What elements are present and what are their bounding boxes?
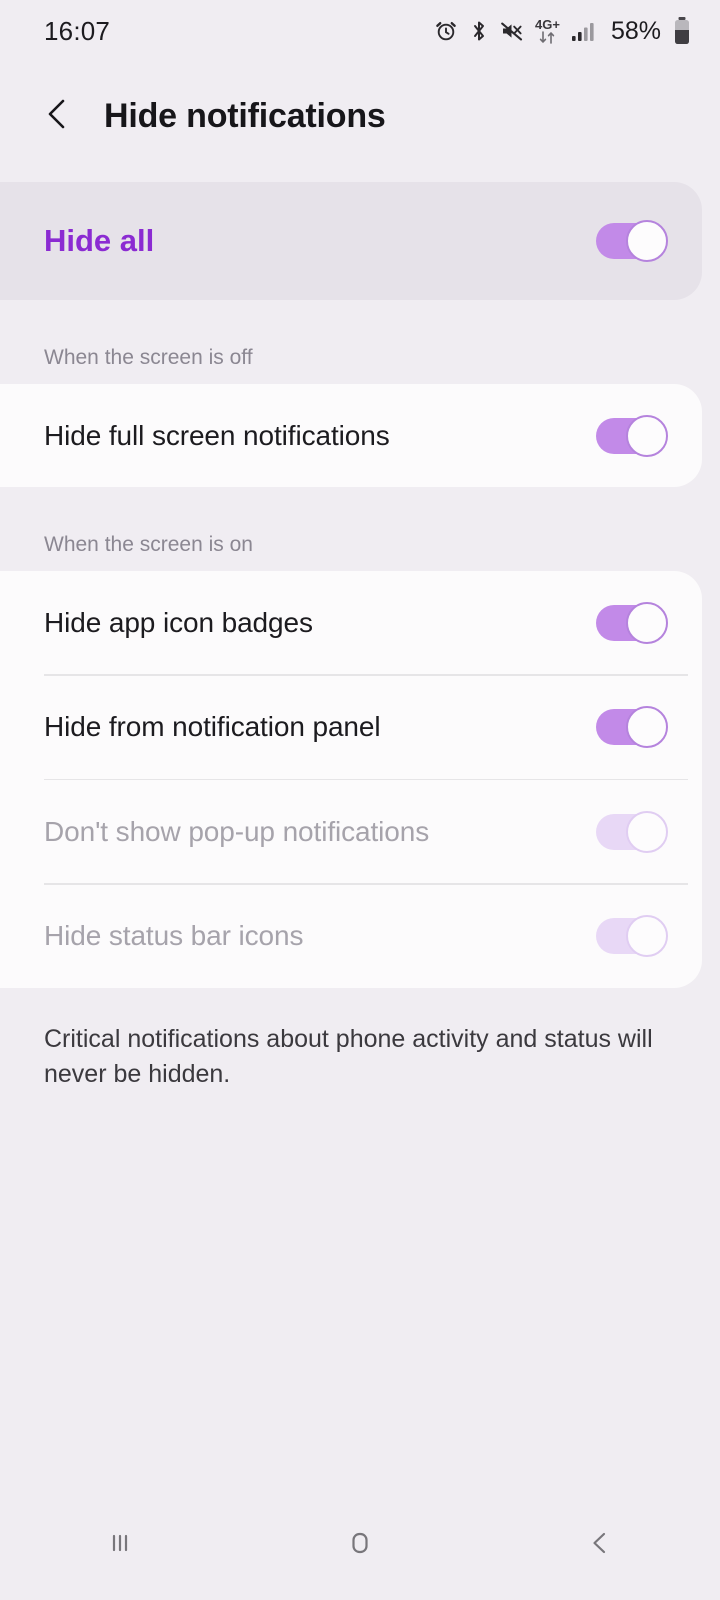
section-label-screen-off: When the screen is off	[44, 346, 253, 369]
settings-card-screen-off: Hide full screen notifications	[0, 384, 702, 487]
row-label: Don't show pop-up notifications	[44, 815, 430, 847]
home-icon	[345, 1528, 375, 1563]
battery-percent-label: 58%	[610, 16, 661, 45]
page-title: Hide notifications	[104, 96, 386, 135]
row-label: Hide app icon badges	[44, 606, 313, 638]
status-bar-icons: 4G+ 58%	[434, 16, 692, 46]
alarm-icon	[434, 19, 458, 43]
toggle-knob	[626, 810, 668, 853]
back-nav-button[interactable]	[540, 1515, 660, 1575]
row-label: Hide from notification panel	[44, 711, 381, 742]
navigation-bar	[0, 1504, 720, 1600]
mobile-data-icon: 4G+	[535, 18, 560, 44]
row-dont-show-popup-notifications: Don't show pop-up notifications	[0, 780, 702, 883]
row-hide-from-notification-panel[interactable]: Hide from notification panel	[0, 676, 702, 779]
settings-card-screen-on: Hide app icon badges Hide from notificat…	[0, 571, 702, 988]
toggle-hide-from-notification-panel[interactable]	[596, 706, 668, 748]
page-header: Hide notifications	[0, 62, 720, 170]
row-hide-full-screen-notifications[interactable]: Hide full screen notifications	[0, 384, 702, 487]
toggle-dont-show-popup-notifications	[596, 810, 668, 853]
footnote-text: Critical notifications about phone activ…	[44, 1024, 653, 1089]
toggle-knob	[626, 601, 668, 644]
home-button[interactable]	[300, 1515, 420, 1575]
toggle-hide-app-icon-badges[interactable]	[596, 601, 668, 644]
status-bar: 16:07 4G+ 58%	[0, 0, 720, 62]
chevron-left-icon	[41, 97, 75, 136]
toggle-hide-full-screen-notifications[interactable]	[596, 414, 668, 457]
status-bar-clock: 16:07	[44, 15, 111, 46]
hide-all-label: Hide all	[44, 223, 155, 258]
back-icon	[585, 1528, 615, 1563]
network-type-label: 4G+	[535, 17, 560, 32]
row-hide-status-bar-icons: Hide status bar icons	[0, 885, 702, 988]
row-hide-app-icon-badges[interactable]: Hide app icon badges	[0, 571, 702, 674]
row-label: Hide status bar icons	[44, 920, 304, 951]
toggle-hide-status-bar-icons	[596, 915, 668, 957]
toggle-knob	[626, 915, 668, 957]
toggle-knob	[626, 706, 668, 748]
row-label: Hide full screen notifications	[44, 419, 390, 451]
recents-button[interactable]	[60, 1515, 180, 1575]
signal-icon	[571, 20, 597, 42]
hide-all-toggle[interactable]	[596, 220, 668, 262]
hide-all-row[interactable]: Hide all	[0, 182, 702, 300]
toggle-knob	[626, 414, 668, 457]
recents-icon	[105, 1528, 135, 1563]
bluetooth-icon	[469, 19, 489, 43]
phone-screen: 16:07 4G+ 58% Hide notifications Hide al…	[0, 0, 720, 1600]
toggle-knob	[626, 220, 668, 262]
battery-icon	[672, 16, 692, 46]
section-label-screen-on: When the screen is on	[44, 533, 253, 556]
mute-icon	[500, 19, 524, 43]
back-button[interactable]	[38, 96, 78, 136]
